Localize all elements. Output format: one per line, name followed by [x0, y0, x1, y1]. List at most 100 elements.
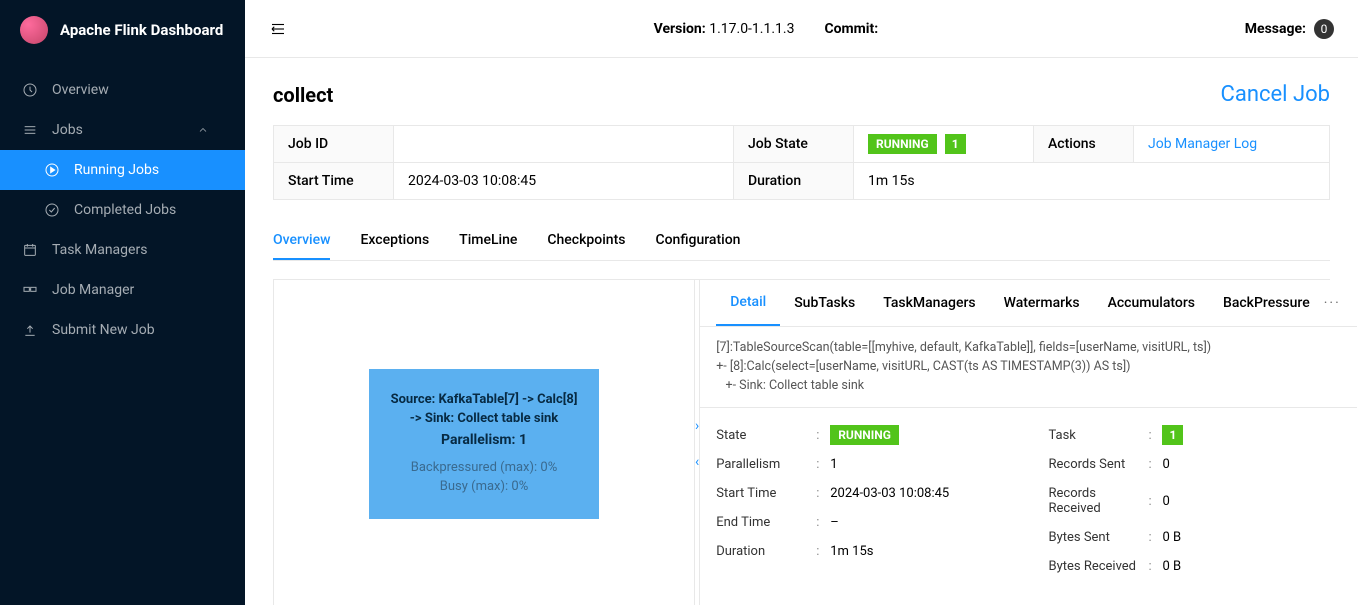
graph-node-title: Source: KafkaTable[7] -> Calc[8] -> Sink… [387, 391, 581, 427]
duration-label: Duration [734, 163, 854, 200]
nav-overview-label: Overview [52, 82, 109, 98]
stat-endtime-label: End Time [716, 515, 816, 530]
job-id-value [394, 126, 734, 163]
stat-byterecv-label: Bytes Received [1048, 559, 1148, 574]
cancel-job-link[interactable]: Cancel Job [1221, 82, 1330, 107]
job-state-cell: RUNNING 1 [854, 126, 1034, 163]
nav-job-manager-label: Job Manager [52, 282, 134, 298]
page-header: collect Cancel Job [273, 82, 1330, 107]
state-count-badge: 1 [945, 134, 966, 154]
list-icon [22, 122, 38, 138]
stats-grid: State:RUNNING Parallelism:1 Start Time:2… [700, 408, 1357, 605]
execution-plan-text: [7]:TableSourceScan(table=[[myhive, defa… [700, 327, 1357, 408]
stat-recrecv-label: Records Received [1048, 486, 1148, 516]
topbar: Version: 1.17.0-1.1.1.3 Commit: Message:… [245, 0, 1358, 58]
version-value: 1.17.0-1.1.1.3 [709, 21, 794, 37]
nav-running-jobs[interactable]: Running Jobs [0, 150, 245, 190]
plan-line: +- [8]:Calc(select=[userName, visitURL, … [716, 358, 1341, 377]
subtab-backpressure[interactable]: BackPressure [1209, 281, 1324, 325]
stat-starttime-label: Start Time [716, 486, 816, 501]
more-icon[interactable]: ··· [1324, 295, 1341, 311]
upload-icon [22, 322, 38, 338]
nav-running-jobs-label: Running Jobs [74, 162, 159, 178]
tab-overview[interactable]: Overview [273, 222, 330, 260]
dashboard-icon [22, 82, 38, 98]
nav-job-manager[interactable]: Job Manager [0, 270, 245, 310]
stat-parallelism-label: Parallelism [716, 457, 816, 472]
stat-starttime-value: 2024-03-03 10:08:45 [830, 486, 1008, 501]
nav-task-managers[interactable]: Task Managers [0, 230, 245, 270]
menu-collapse-icon[interactable] [269, 20, 287, 38]
stat-duration-label: Duration [716, 544, 816, 559]
tab-exceptions[interactable]: Exceptions [360, 222, 429, 260]
stat-state-value: RUNNING [830, 425, 899, 445]
subtab-detail[interactable]: Detail [716, 280, 780, 326]
stat-recsent-value: 0 [1162, 457, 1340, 472]
job-state-label: Job State [734, 126, 854, 163]
subtab-subtasks[interactable]: SubTasks [780, 281, 869, 325]
stat-parallelism-value: 1 [830, 457, 1008, 472]
content: collect Cancel Job Job ID Job State RUNN… [245, 58, 1358, 605]
message-label: Message: [1245, 21, 1306, 37]
tab-checkpoints[interactable]: Checkpoints [547, 222, 625, 260]
nav-task-managers-label: Task Managers [52, 242, 147, 258]
message-count-badge[interactable]: 0 [1314, 19, 1334, 39]
tab-configuration[interactable]: Configuration [655, 222, 740, 260]
start-time-value: 2024-03-03 10:08:45 [394, 163, 734, 200]
main: Version: 1.17.0-1.1.1.3 Commit: Message:… [245, 0, 1358, 605]
plan-line: [7]:TableSourceScan(table=[[myhive, defa… [716, 339, 1341, 358]
stat-recsent-label: Records Sent [1048, 457, 1148, 472]
nav-completed-jobs[interactable]: Completed Jobs [0, 190, 245, 230]
job-id-label: Job ID [274, 126, 394, 163]
stat-task-value: 1 [1162, 425, 1183, 445]
flink-logo-icon [20, 16, 48, 44]
build-icon [22, 282, 38, 298]
detail-panel: Source: KafkaTable[7] -> Calc[8] -> Sink… [273, 279, 1330, 605]
stat-bytesent-label: Bytes Sent [1048, 530, 1148, 545]
actions-cell: Job Manager Log [1134, 126, 1330, 163]
duration-value: 1m 15s [854, 163, 1330, 200]
schedule-icon [22, 242, 38, 258]
play-circle-icon [44, 162, 60, 178]
stat-state-label: State [716, 428, 816, 443]
graph-node-busy: Busy (max): 0% [387, 477, 581, 497]
nav-completed-jobs-label: Completed Jobs [74, 202, 176, 218]
detail-subtabs: Detail SubTasks TaskManagers Watermarks … [700, 280, 1357, 327]
sidebar-header: Apache Flink Dashboard [0, 0, 245, 60]
subtab-watermarks[interactable]: Watermarks [990, 281, 1094, 325]
start-time-label: Start Time [274, 163, 394, 200]
commit-label: Commit: [824, 21, 878, 37]
nav-submit-new-job[interactable]: Submit New Job [0, 310, 245, 350]
stat-duration-value: 1m 15s [830, 544, 1008, 559]
nav-submit-new-job-label: Submit New Job [52, 322, 155, 338]
stat-recrecv-value: 0 [1162, 494, 1340, 509]
stat-endtime-value: – [830, 515, 1008, 530]
running-badge: RUNNING [868, 134, 937, 154]
graph-node-backpressured: Backpressured (max): 0% [387, 458, 581, 478]
expand-left-icon[interactable]: ‹ [695, 454, 699, 470]
subtab-taskmanagers[interactable]: TaskManagers [869, 281, 989, 325]
nav: Overview Jobs Running Jobs Completed Job… [0, 60, 245, 350]
job-graph: Source: KafkaTable[7] -> Calc[8] -> Sink… [274, 280, 694, 605]
chevron-up-icon [197, 124, 209, 136]
version-label: Version: [654, 21, 706, 37]
tab-timeline[interactable]: TimeLine [459, 222, 517, 260]
nav-jobs[interactable]: Jobs [0, 110, 245, 150]
actions-label: Actions [1034, 126, 1134, 163]
job-info-table: Job ID Job State RUNNING 1 Actions Job Ma… [273, 125, 1330, 200]
job-tabs: Overview Exceptions TimeLine Checkpoints… [273, 222, 1330, 261]
sidebar: Apache Flink Dashboard Overview Jobs Run… [0, 0, 245, 605]
expand-right-icon[interactable]: › [695, 418, 699, 434]
nav-overview[interactable]: Overview [0, 70, 245, 110]
plan-line: +- Sink: Collect table sink [716, 377, 1341, 396]
stat-bytesent-value: 0 B [1162, 530, 1340, 545]
graph-node-parallelism: Parallelism: 1 [387, 432, 581, 448]
detail-right: Detail SubTasks TaskManagers Watermarks … [700, 280, 1357, 605]
stat-task-label: Task [1048, 428, 1148, 443]
subtab-accumulators[interactable]: Accumulators [1094, 281, 1209, 325]
stat-byterecv-value: 0 B [1162, 559, 1340, 574]
page-title: collect [273, 83, 333, 107]
graph-node[interactable]: Source: KafkaTable[7] -> Calc[8] -> Sink… [369, 369, 599, 518]
check-circle-icon [44, 202, 60, 218]
job-manager-log-link[interactable]: Job Manager Log [1148, 136, 1257, 152]
